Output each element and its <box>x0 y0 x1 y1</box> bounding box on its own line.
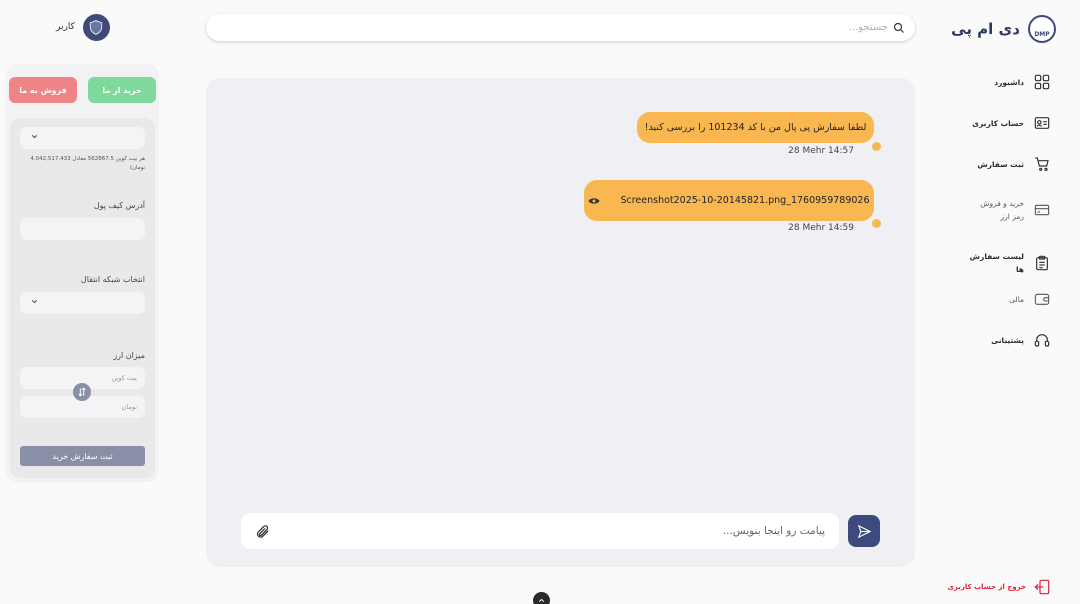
brand-title: دی ام پی <box>951 20 1020 38</box>
message-time: 28 Mehr 14:59 <box>788 223 854 233</box>
message-text: لطفا سفارش پی پال من با کد 101234 را برر… <box>644 122 867 133</box>
sidebar-item-label: خرید و فروش رمز ارز <box>980 199 1024 221</box>
network-select[interactable] <box>20 292 145 314</box>
search-input[interactable]: جستجو... <box>206 14 915 41</box>
message-status-dot <box>872 219 881 228</box>
sell-to-us-button[interactable]: فروش به ما <box>9 77 77 103</box>
wallet-icon <box>1034 293 1050 305</box>
wallet-address-label: آدرس کیف پول <box>93 201 145 210</box>
paperclip-icon[interactable] <box>255 524 270 539</box>
sidebar-item-label: لیست سفارش ها <box>969 252 1024 274</box>
sidebar-item-account[interactable]: حساب کاربری <box>964 115 1050 131</box>
message-input[interactable]: پیامت رو اینجا بنویس... <box>241 513 839 549</box>
chevron-down-icon <box>31 135 38 139</box>
sidebar-item-finance[interactable]: مالی <box>964 291 1050 307</box>
avatar <box>82 13 110 41</box>
sidebar-item-label: پشتیبانی <box>991 335 1024 345</box>
grid-icon <box>1034 74 1050 90</box>
send-icon <box>857 524 871 538</box>
sidebar-item-label: مالی <box>1009 294 1024 304</box>
sidebar-item-new-order[interactable]: ثبت سفارش <box>964 156 1050 172</box>
shield-icon <box>90 19 103 35</box>
message-time: 28 Mehr 14:57 <box>788 146 854 156</box>
swap-button[interactable] <box>73 383 91 401</box>
search-icon <box>893 22 904 33</box>
brand-logo-text: DMP <box>1034 30 1050 38</box>
network-label: انتخاب شبکه انتقال <box>80 275 145 284</box>
sidebar-item-label: ثبت سفارش <box>977 159 1024 169</box>
user-menu[interactable]: کاربر <box>56 13 110 41</box>
card-icon <box>1034 204 1050 216</box>
user-label: کاربر <box>56 22 75 32</box>
sidebar-item-label: داشبورد <box>994 77 1024 87</box>
chat-attachment-message[interactable]: Screenshot2025-10-20145821.png_176095978… <box>584 180 874 221</box>
currency-select[interactable] <box>20 127 145 149</box>
logout-label: خروج از حساب کاربری <box>947 583 1027 591</box>
message-status-dot <box>872 142 881 151</box>
wallet-address-input[interactable] <box>20 218 145 240</box>
search-placeholder: جستجو... <box>848 22 888 33</box>
brand[interactable]: دی ام پی DMP <box>946 14 1056 44</box>
sidebar-item-dashboard[interactable]: داشبورد <box>964 74 1050 90</box>
cart-icon <box>1035 157 1049 171</box>
attachment-filename: Screenshot2025-10-20145821.png_176095978… <box>620 195 870 206</box>
sidebar-item-orders-list[interactable]: لیست سفارش ها <box>964 250 1050 276</box>
brand-logo: DMP <box>1028 15 1056 43</box>
sidebar-item-crypto-trade[interactable]: خرید و فروش رمز ارز <box>964 197 1050 223</box>
send-button[interactable] <box>848 515 880 547</box>
clipboard-icon <box>1036 255 1048 271</box>
exchange-rate-note: هر بیت کوین 562867.5 معادل 4,042,517,433… <box>30 156 145 171</box>
logout-button[interactable]: خروج از حساب کاربری <box>948 579 1051 595</box>
buy-from-us-button[interactable]: خرید از ما <box>88 77 156 103</box>
id-card-icon <box>1034 117 1050 129</box>
message-placeholder: پیامت رو اینجا بنویس... <box>722 525 825 537</box>
logout-icon <box>1034 579 1050 595</box>
chat-message: لطفا سفارش پی پال من با کد 101234 را برر… <box>637 112 874 143</box>
sidebar-item-label: حساب کاربری <box>972 118 1024 128</box>
chevron-up-icon <box>538 598 545 602</box>
scroll-top-button[interactable] <box>533 592 550 604</box>
headset-icon <box>1034 334 1050 347</box>
eye-icon[interactable] <box>588 196 600 206</box>
swap-icon <box>78 387 86 397</box>
chevron-down-icon <box>31 300 38 304</box>
amount-label: میزان ارز <box>113 351 145 360</box>
sidebar-item-support[interactable]: پشتیبانی <box>964 332 1050 348</box>
submit-buy-order-button[interactable]: ثبت سفارش خرید <box>20 446 145 466</box>
